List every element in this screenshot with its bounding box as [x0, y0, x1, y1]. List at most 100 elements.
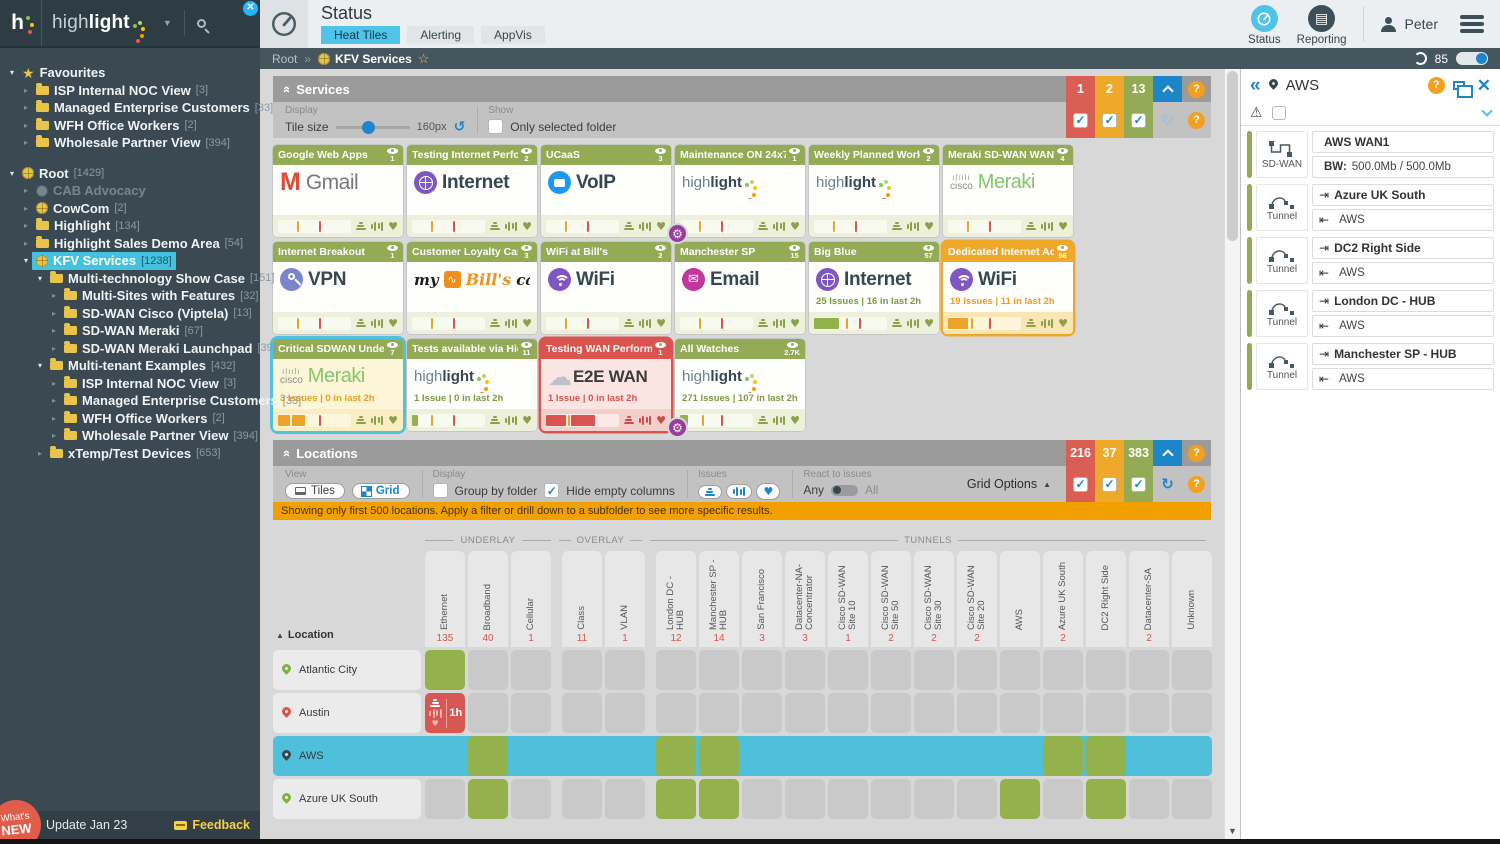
performance-icon[interactable] — [773, 319, 786, 328]
location-sort-header[interactable]: ▲Location — [276, 629, 334, 641]
availability-icon[interactable] — [624, 222, 634, 230]
location-label[interactable]: AWS — [273, 736, 421, 776]
status-cell[interactable] — [1086, 779, 1126, 819]
chevron-down-icon[interactable] — [1481, 105, 1492, 116]
performance-icon[interactable] — [639, 319, 652, 328]
performance-icon[interactable] — [1041, 222, 1054, 231]
service-tile[interactable]: Testing WAN Perform... 1 ☁E2E WAN 1 Issu… — [541, 339, 671, 431]
group-by-folder-checkbox[interactable] — [433, 483, 448, 498]
tree-caret-icon[interactable]: ▸ — [48, 414, 60, 423]
tree-caret-icon[interactable]: ▸ — [48, 431, 60, 440]
location-row[interactable]: Azure UK South — [273, 779, 1211, 819]
tree-item[interactable]: ▸ WFH Office Workers [2] — [0, 117, 260, 135]
availability-icon[interactable] — [624, 416, 634, 424]
status-cell[interactable] — [914, 736, 954, 776]
tree-caret-icon[interactable]: ▸ — [48, 309, 60, 318]
tree-caret-icon[interactable]: ▸ — [20, 221, 32, 230]
watch-subtitle-cell[interactable]: BW: 500.0Mb / 500.0Mb — [1312, 156, 1494, 178]
watch-list-item[interactable]: Tunnel ⇥ DC2 Right Side ⇤ AWS — [1247, 237, 1494, 284]
availability-issues-button[interactable] — [698, 485, 722, 499]
status-cell[interactable] — [957, 779, 997, 819]
service-tile[interactable]: Manchester SP 15 ✉Email ♥ ⚙ — [675, 242, 805, 334]
status-cell[interactable] — [828, 650, 868, 690]
availability-icon[interactable] — [758, 416, 768, 424]
slider-knob[interactable] — [362, 121, 375, 134]
status-cell[interactable] — [871, 779, 911, 819]
status-cell[interactable] — [957, 650, 997, 690]
status-cell[interactable] — [1086, 736, 1126, 776]
status-cell[interactable] — [957, 693, 997, 733]
tree-caret-icon[interactable]: ▾ — [34, 361, 46, 370]
status-cell[interactable] — [468, 779, 508, 819]
availability-icon[interactable] — [892, 222, 902, 230]
availability-icon[interactable] — [758, 222, 768, 230]
performance-icon[interactable] — [505, 222, 518, 231]
availability-icon[interactable] — [356, 319, 366, 327]
status-cell[interactable] — [1172, 736, 1212, 776]
watch-list-item[interactable]: Tunnel ⇥ London DC - HUB ⇤ AWS — [1247, 290, 1494, 337]
tree-item[interactable]: ▸ SD-WAN Cisco (Viptela) [13] — [0, 305, 260, 323]
location-label[interactable]: Azure UK South — [273, 779, 421, 819]
status-cell[interactable] — [1172, 650, 1212, 690]
location-label[interactable]: Austin — [273, 693, 421, 733]
service-tile[interactable]: WiFi at Bill's 2 WiFi ♥ ⚙ — [541, 242, 671, 334]
service-tile[interactable]: Testing Internet Perfor... 2 Internet ♥ … — [407, 145, 537, 237]
alerts-checkbox[interactable] — [1272, 106, 1286, 120]
grid-column-header[interactable]: DC2 Right Side — [1086, 551, 1126, 647]
status-cell[interactable] — [425, 779, 465, 819]
heart-icon[interactable]: ♥ — [522, 221, 532, 232]
help-button[interactable]: ? — [1428, 77, 1445, 94]
tree-caret-icon[interactable]: ▸ — [48, 326, 60, 335]
vertical-scrollbar[interactable]: ▼ — [1224, 69, 1240, 839]
help-button[interactable]: ? — [1188, 445, 1205, 462]
availability-icon[interactable] — [1026, 222, 1036, 230]
auto-refresh-toggle[interactable] — [1456, 52, 1488, 65]
service-tile[interactable]: Big Blue 57 Internet 25 Issues | 16 in l… — [809, 242, 939, 334]
breadcrumb-root[interactable]: Root — [272, 52, 297, 66]
grid-column-header[interactable]: Cellular 1 — [511, 551, 551, 647]
watch-list-item[interactable]: Tunnel ⇥ Azure UK South ⇤ AWS — [1247, 184, 1494, 231]
grid-column-header[interactable]: Cisco SD-WAN Site 20 2 — [957, 551, 997, 647]
heart-icon[interactable]: ♥ — [522, 415, 532, 426]
tree-caret-icon[interactable]: ▸ — [20, 239, 32, 248]
grid-column-header[interactable]: Broadband 40 — [468, 551, 508, 647]
status-cell[interactable] — [425, 650, 465, 690]
health-issues-button[interactable]: ♥ — [756, 483, 780, 500]
heart-icon[interactable]: ♥ — [388, 415, 398, 426]
grid-column-header[interactable]: Cisco SD-WAN Site 50 2 — [871, 551, 911, 647]
status-cell[interactable] — [1043, 650, 1083, 690]
tree-item[interactable]: ▸ SD-WAN Meraki [67] — [0, 322, 260, 340]
status-cell[interactable] — [562, 736, 602, 776]
close-panel-button[interactable]: ✕ — [1477, 77, 1491, 94]
tree-caret-icon[interactable]: ▾ — [20, 256, 32, 265]
status-cell[interactable] — [1172, 693, 1212, 733]
status-cell[interactable] — [511, 779, 551, 819]
performance-icon[interactable] — [773, 222, 786, 231]
reset-tile-size-icon[interactable]: ↺ — [454, 119, 466, 135]
any-all-toggle[interactable] — [831, 485, 858, 496]
status-cell[interactable] — [742, 779, 782, 819]
status-cell[interactable] — [871, 736, 911, 776]
watch-title-cell[interactable]: ⇥ DC2 Right Side — [1312, 237, 1494, 259]
status-cell[interactable] — [785, 779, 825, 819]
status-cell[interactable] — [871, 693, 911, 733]
red-filter-checkbox[interactable] — [1073, 113, 1088, 128]
status-cell[interactable] — [785, 736, 825, 776]
service-tile[interactable]: Google Web Apps 1 MGmail ♥ ⚙ — [273, 145, 403, 237]
collapse-panel-button[interactable] — [1153, 440, 1182, 466]
grid-column-header[interactable]: VLAN 1 — [605, 551, 645, 647]
tree-item[interactable]: ▸ SD-WAN Meraki Launchpad [39] — [0, 340, 260, 358]
watch-subtitle-cell[interactable]: ⇤ AWS — [1312, 368, 1494, 390]
status-cell[interactable] — [656, 779, 696, 819]
availability-icon[interactable] — [490, 319, 500, 327]
status-cell[interactable] — [1129, 693, 1169, 733]
heart-icon[interactable]: ♥ — [656, 221, 666, 232]
red-filter-checkbox[interactable] — [1073, 477, 1088, 492]
hide-empty-columns-checkbox[interactable] — [544, 483, 559, 498]
availability-icon[interactable] — [490, 222, 500, 230]
status-cell[interactable] — [699, 779, 739, 819]
location-row[interactable]: Austin ♥1h — [273, 693, 1211, 733]
grid-column-header[interactable]: San Francisco 3 — [742, 551, 782, 647]
sidebar-close-button[interactable]: ✕ — [243, 1, 258, 16]
status-cell[interactable] — [656, 736, 696, 776]
